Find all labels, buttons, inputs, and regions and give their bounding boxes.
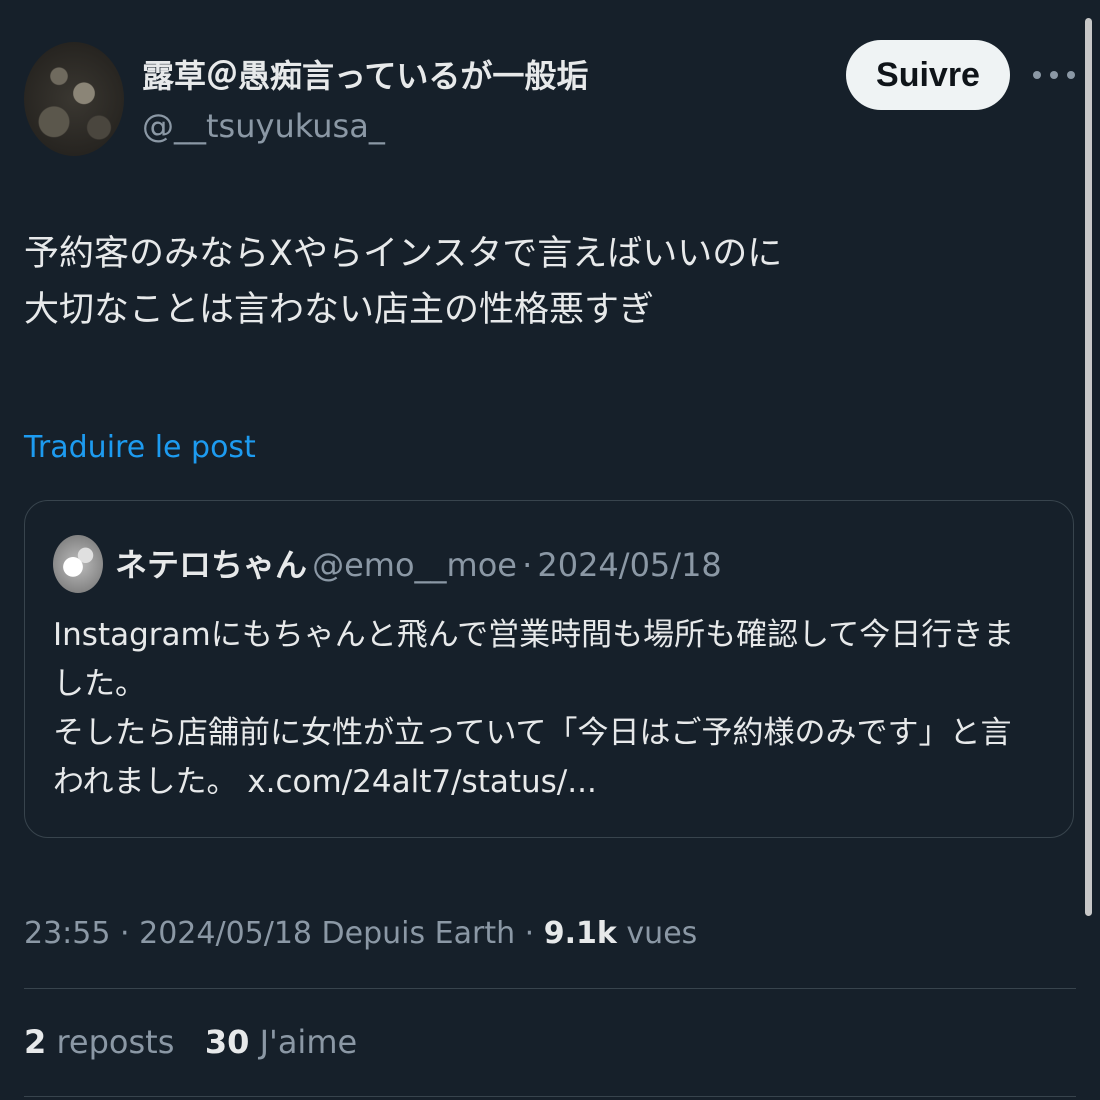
quoted-post-line: Instagramにもちゃんと飛んで営業時間も場所も確認して今日行きま: [53, 617, 1015, 653]
author-display-name[interactable]: 露草＠愚痴言っているが一般垢: [142, 56, 588, 96]
reposts-stat[interactable]: 2 reposts: [24, 1023, 174, 1061]
quoted-post-text: Instagramにもちゃんと飛んで営業時間も場所も確認して今日行きま した。 …: [53, 611, 1053, 807]
separator-dot: ·: [522, 546, 533, 584]
likes-label: J'aime: [259, 1023, 358, 1061]
views-label: vues: [626, 916, 698, 951]
post-meta: 23:55 · 2024/05/18 Depuis Earth · 9.1k v…: [24, 912, 697, 956]
author-handle[interactable]: @__tsuyukusa_: [142, 106, 385, 146]
divider: [24, 988, 1076, 989]
quoted-post-link[interactable]: x.com/24alt7/status/...: [247, 764, 597, 800]
quoted-post-line-text: われました。: [53, 764, 238, 800]
quoted-post-header: ネテロちゃん @emo__moe · 2024/05/18: [115, 543, 722, 593]
separator-dot: ·: [120, 916, 130, 951]
likes-stat[interactable]: 30 J'aime: [205, 1023, 357, 1061]
quoted-post-date: 2024/05/18: [537, 546, 722, 584]
separator-dot: ·: [524, 916, 535, 951]
post-text: 予約客のみならXやらインスタで言えばいいのに 大切なことは言わない店主の性格悪す…: [24, 226, 1064, 338]
likes-count: 30: [204, 1023, 250, 1061]
post-date-source[interactable]: 2024/05/18 Depuis Earth: [139, 916, 515, 951]
quoted-post-card[interactable]: ネテロちゃん @emo__moe · 2024/05/18 Instagramに…: [24, 500, 1074, 838]
reposts-count: 2: [24, 1023, 47, 1061]
quoted-author-avatar: [53, 535, 103, 593]
translate-post-link[interactable]: Traduire le post: [24, 428, 256, 468]
ellipsis-dot: [1050, 71, 1058, 79]
post-line: 予約客のみならXやらインスタで言えばいいのに: [24, 234, 783, 274]
post-line: 大切なことは言わない店主の性格悪すぎ: [24, 290, 655, 330]
quoted-author-name: ネテロちゃん: [115, 546, 308, 584]
scrollbar-thumb[interactable]: [1085, 18, 1092, 916]
ellipsis-dot: [1033, 71, 1041, 79]
divider: [24, 1096, 1076, 1097]
ellipsis-icon[interactable]: [1033, 60, 1075, 90]
views-count: 9.1k: [543, 916, 617, 951]
post-stats: 2 reposts 30 J'aime: [24, 1020, 357, 1064]
quoted-post-line: われました。 x.com/24alt7/status/...: [53, 758, 1053, 807]
quoted-author-handle: @emo__moe: [312, 546, 517, 584]
ellipsis-dot: [1067, 71, 1075, 79]
quoted-post-line: そしたら店舗前に女性が立っていて「今日はご予約様のみです」と言: [53, 715, 1012, 751]
quoted-post-line: した。: [53, 666, 146, 702]
follow-button[interactable]: Suivre: [846, 40, 1010, 110]
post-time[interactable]: 23:55: [24, 916, 110, 951]
author-avatar[interactable]: [24, 42, 124, 156]
reposts-label: reposts: [56, 1023, 175, 1061]
